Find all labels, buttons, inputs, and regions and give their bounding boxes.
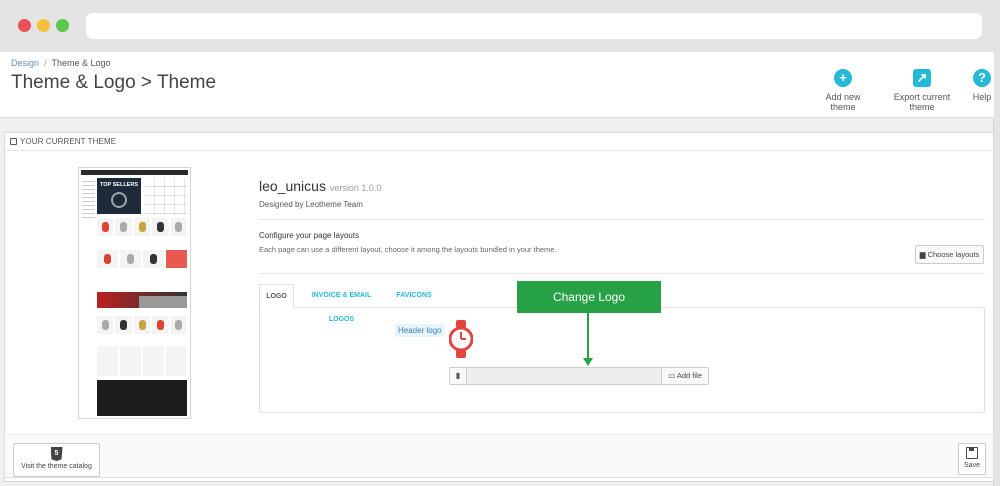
add-new-theme-button[interactable]: + Add new theme: [812, 69, 874, 112]
preview-promo-banner-2: [139, 296, 187, 308]
html5-icon: 5: [50, 447, 63, 461]
choose-layouts-label: Choose layouts: [927, 250, 980, 259]
export-current-theme-button[interactable]: ↗ Export current theme: [880, 69, 964, 112]
folder-icon: ▭: [668, 371, 677, 380]
close-window-dot[interactable]: [18, 19, 31, 32]
preview-hero-text: TOP SELLERS: [99, 182, 138, 188]
admin-page: Design / Theme & Logo Theme & Logo > Theme…: [0, 52, 994, 486]
file-icon: ▮: [450, 368, 467, 384]
browser-chrome: [0, 0, 1000, 52]
page-header: Design / Theme & Logo Theme & Logo > Theme…: [0, 52, 994, 118]
add-new-theme-label: Add new theme: [825, 92, 861, 112]
preview-product-row: [97, 316, 188, 334]
save-label: Save: [964, 462, 980, 469]
plus-circle-icon: +: [834, 69, 852, 87]
layouts-description: Each page can use a different layout, ch…: [259, 245, 557, 254]
change-logo-callout: Change Logo: [517, 281, 661, 313]
preview-topbar: [81, 170, 188, 175]
floppy-disk-icon: [966, 447, 978, 459]
tab-logo[interactable]: LOGO: [259, 284, 294, 308]
divider: [259, 219, 985, 220]
breadcrumb-current: Theme & Logo: [51, 58, 111, 68]
minimize-window-dot[interactable]: [37, 19, 50, 32]
preview-product-row: [97, 250, 187, 268]
logo-file-input[interactable]: ▮ ▭ Add file: [449, 367, 709, 385]
file-icon: ▆: [919, 250, 928, 259]
layouts-title: Configure your page layouts: [259, 231, 360, 240]
header-logo-label: Header logo: [395, 324, 445, 337]
theme-designer: Designed by Leotheme Team: [259, 200, 363, 209]
visit-catalog-label: Visit the theme catalog: [21, 463, 92, 470]
add-file-label: Add file: [676, 371, 702, 380]
breadcrumb: Design / Theme & Logo: [11, 58, 111, 68]
theme-icon: [10, 138, 17, 145]
logo-tab-pane: Header logo ▮ ▭ Add file: [259, 307, 985, 413]
export-current-theme-label: Export current theme: [893, 92, 951, 112]
browser-window: Design / Theme & Logo Theme & Logo > Theme…: [0, 0, 1000, 486]
preview-product-grid: [145, 178, 187, 214]
address-bar[interactable]: [86, 13, 982, 39]
callout-arrow-head: [583, 358, 593, 366]
divider: [259, 273, 985, 274]
theme-preview-image: TOP SELLERS: [78, 167, 191, 419]
preview-hero-banner: TOP SELLERS: [97, 178, 141, 214]
preview-product-row: [97, 346, 187, 376]
theme-name-text: leo_unicus: [259, 178, 326, 194]
help-button[interactable]: ? Help: [970, 69, 994, 102]
add-file-button[interactable]: ▭ Add file: [661, 368, 708, 384]
save-button[interactable]: Save: [958, 443, 986, 475]
file-name-field[interactable]: [467, 368, 661, 384]
page-title: Theme & Logo > Theme: [11, 72, 217, 93]
tab-favicons[interactable]: FAVICONS: [394, 284, 434, 308]
help-label: Help: [972, 92, 992, 102]
tab-invoice-email-logos[interactable]: INVOICE & EMAIL LOGOS: [304, 284, 379, 323]
choose-layouts-button[interactable]: ▆ Choose layouts: [915, 245, 984, 264]
callout-arrow-line: [587, 313, 589, 360]
preview-product-row: [97, 218, 188, 236]
breadcrumb-separator: /: [44, 58, 47, 68]
current-theme-panel: YOUR CURRENT THEME TOP SELLERS leo_unicu…: [4, 132, 994, 482]
watch-logo-icon: [449, 320, 473, 358]
panel-heading: YOUR CURRENT THEME: [5, 133, 993, 151]
breadcrumb-design-link[interactable]: Design: [11, 58, 39, 68]
share-icon: ↗: [913, 69, 931, 87]
maximize-window-dot[interactable]: [56, 19, 69, 32]
theme-name: leo_unicus version 1.0.0: [259, 178, 381, 194]
theme-version: version 1.0.0: [329, 183, 382, 193]
visit-theme-catalog-button[interactable]: 5 Visit the theme catalog: [13, 443, 100, 477]
question-circle-icon: ?: [973, 69, 991, 87]
panel-footer: 5 Visit the theme catalog Save: [4, 434, 994, 478]
preview-sidebar: [82, 178, 95, 218]
preview-watch-graphic: [111, 192, 127, 208]
preview-footer: [97, 380, 187, 416]
panel-heading-text: YOUR CURRENT THEME: [20, 137, 117, 146]
